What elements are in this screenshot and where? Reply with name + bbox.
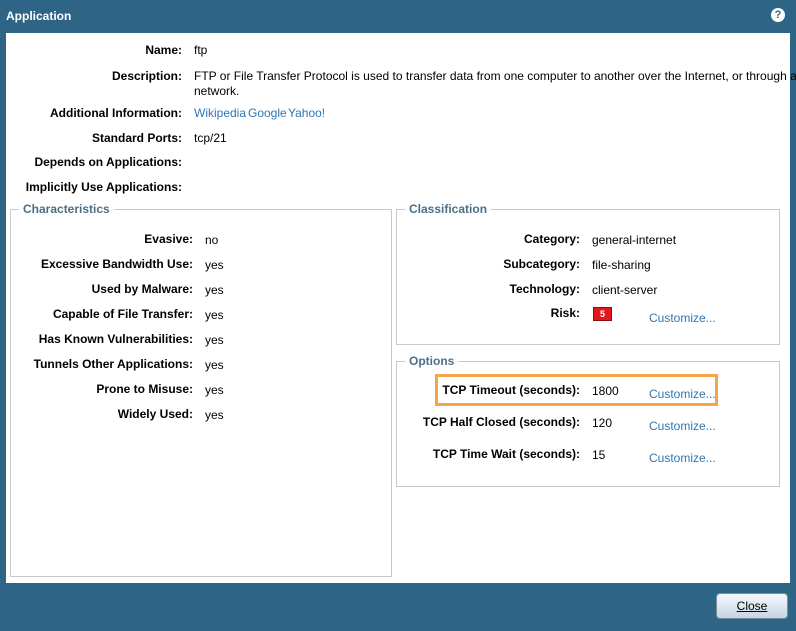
yahoo-link[interactable]: Yahoo!	[288, 106, 325, 120]
options-title: Options	[405, 354, 459, 368]
characteristic-value: yes	[205, 308, 224, 322]
risk-badge: 5	[593, 307, 612, 321]
technology-label: Technology:	[509, 282, 580, 296]
characteristics-title: Characteristics	[19, 202, 114, 216]
characteristic-label: Capable of File Transfer:	[52, 307, 193, 321]
technology-value: client-server	[592, 283, 658, 297]
characteristic-label: Evasive:	[144, 232, 193, 246]
characteristic-value: yes	[205, 408, 224, 422]
description-value-line1: FTP or File Transfer Protocol is used to…	[194, 69, 796, 83]
risk-customize-link[interactable]: Customize...	[649, 311, 716, 325]
category-label: Category:	[523, 232, 580, 246]
close-button[interactable]: Close	[716, 593, 788, 619]
subcategory-label: Subcategory:	[503, 257, 580, 271]
dialog-titlebar: Application ?	[0, 0, 796, 32]
option-value: 120	[592, 416, 613, 430]
google-link[interactable]: Google	[248, 106, 287, 120]
characteristic-value: yes	[205, 283, 224, 297]
characteristic-value: yes	[205, 358, 224, 372]
risk-label: Risk:	[550, 306, 580, 320]
name-value: ftp	[194, 43, 208, 57]
option-customize-link[interactable]: Customize...	[649, 451, 716, 465]
depends-on-label: Depends on Applications:	[34, 155, 182, 169]
characteristic-value: no	[205, 233, 219, 247]
subcategory-value: file-sharing	[592, 258, 651, 272]
option-label: TCP Half Closed (seconds):	[422, 415, 580, 429]
classification-panel: Classification Category: general-interne…	[396, 202, 780, 345]
option-label: TCP Time Wait (seconds):	[432, 447, 580, 461]
tcp-timeout-highlight	[435, 374, 718, 406]
dialog-title: Application	[6, 9, 72, 23]
close-button-label: Close	[736, 599, 768, 613]
category-value: general-internet	[592, 233, 677, 247]
option-value: 15	[592, 448, 606, 462]
characteristic-label: Prone to Misuse:	[96, 382, 193, 396]
wikipedia-link[interactable]: Wikipedia	[194, 106, 246, 120]
characteristic-value: yes	[205, 333, 224, 347]
characteristics-panel: Characteristics Evasive: no Excessive Band…	[10, 202, 392, 577]
dialog-footer	[0, 584, 796, 631]
implicitly-use-label: Implicitly Use Applications:	[25, 180, 182, 194]
dialog-content: Name: ftp Description: FTP or File Trans…	[6, 33, 796, 583]
standard-ports-value: tcp/21	[194, 131, 227, 145]
classification-title: Classification	[405, 202, 492, 216]
characteristic-label: Tunnels Other Applications:	[33, 357, 193, 371]
option-customize-link[interactable]: Customize...	[649, 419, 716, 433]
characteristic-value: yes	[205, 258, 224, 272]
characteristic-label: Used by Malware:	[91, 282, 193, 296]
characteristic-label: Excessive Bandwidth Use:	[40, 257, 193, 271]
description-label: Description:	[111, 69, 182, 83]
name-label: Name:	[145, 43, 182, 57]
characteristic-label: Widely Used:	[117, 407, 193, 421]
additional-info-label: Additional Information:	[50, 106, 182, 120]
characteristic-value: yes	[205, 383, 224, 397]
standard-ports-label: Standard Ports:	[91, 131, 182, 145]
help-icon[interactable]: ?	[771, 8, 785, 22]
characteristic-label: Has Known Vulnerabilities:	[38, 332, 193, 346]
description-value-line2: network.	[194, 84, 240, 98]
